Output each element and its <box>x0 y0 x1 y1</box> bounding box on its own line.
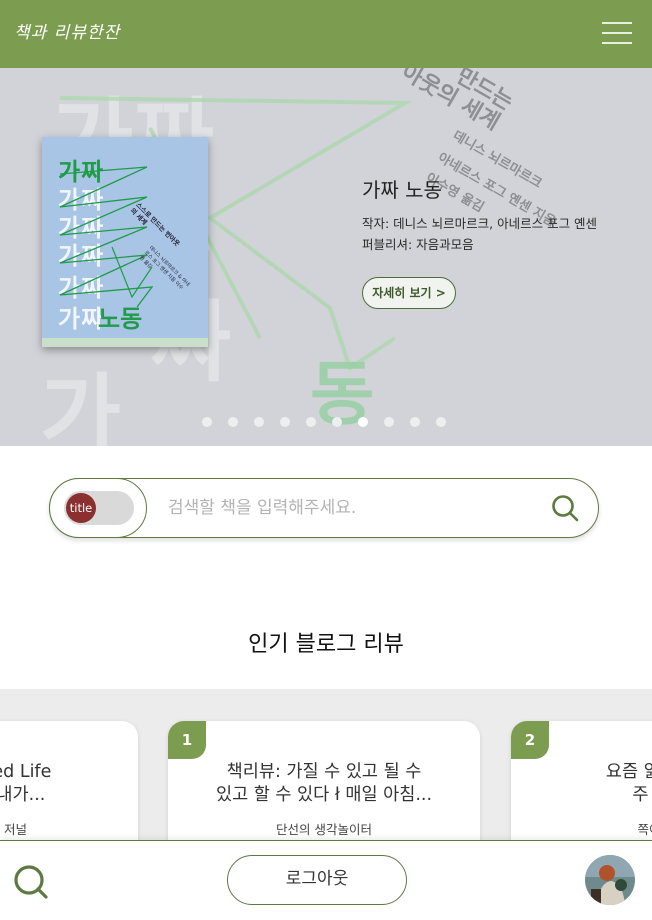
search-mode-toggle[interactable]: title <box>64 491 134 525</box>
carousel-dot[interactable] <box>436 417 446 427</box>
carousel-dot[interactable] <box>254 417 264 427</box>
carousel-dot-active[interactable] <box>358 417 368 427</box>
svg-text:가: 가 <box>40 364 121 446</box>
hamburger-icon-line <box>602 42 632 44</box>
logout-button[interactable]: 로그아웃 <box>227 855 407 905</box>
avatar[interactable] <box>585 855 635 905</box>
popular-reviews-heading: 인기 블로그 리뷰 <box>248 632 404 657</box>
carousel-dot[interactable] <box>332 417 342 427</box>
cover-bottom-strip <box>42 338 208 347</box>
book-author: 작자: 데니스 뇌르마르크, 아네르스 포그 옌센 <box>362 216 598 231</box>
review-card-author: 단선의 생각놀이터 <box>276 822 372 837</box>
review-card-title: 책리뷰: 가질 수 있고 될 수 있고 할 수 있다 ł 매일 아침... <box>215 762 433 805</box>
profile-avatar-image <box>585 855 635 905</box>
search-input[interactable] <box>168 496 538 520</box>
book-publisher: 퍼블리셔: 자음과모음 <box>362 237 474 252</box>
search-submit-button[interactable] <box>551 494 581 524</box>
carousel-dot[interactable] <box>306 417 316 427</box>
carousel-dot[interactable] <box>410 417 420 427</box>
search-icon <box>552 495 579 522</box>
review-card-title: 요즘 읽을만한 주 | 쪽 <box>605 762 652 805</box>
featured-book-banner[interactable]: 가짜 가 짜 가 동 만드는 아웃의 세계 데니스 뇌르마르크 아네르스 포그 … <box>0 68 652 446</box>
bottom-search-button[interactable] <box>12 863 50 901</box>
toggle-knob-label: title <box>66 493 96 523</box>
cover-zigzag-lines <box>59 166 154 308</box>
review-card[interactable]: 2 요즘 읽을만한 주 | 쪽 쪽이 <box>511 721 652 841</box>
rank-badge: 1 <box>168 721 206 759</box>
app-logo[interactable]: 책과 리뷰한잔 <box>14 18 120 43</box>
search-bar: title <box>49 478 599 538</box>
search-icon <box>14 865 48 899</box>
carousel-dot[interactable] <box>228 417 238 427</box>
carousel-dot[interactable] <box>202 417 212 427</box>
carousel-dot[interactable] <box>280 417 290 427</box>
review-card-author: 밴딩 저널 <box>0 822 27 837</box>
hamburger-icon <box>602 22 632 24</box>
hamburger-menu-button[interactable] <box>602 20 632 46</box>
view-details-button[interactable]: 자세히 보기 > <box>362 277 456 309</box>
review-card-title: Earned Life 로운 내가... <box>0 762 52 805</box>
hamburger-icon-line <box>602 32 632 34</box>
carousel-dot[interactable] <box>384 417 394 427</box>
review-card[interactable]: Earned Life 로운 내가... 밴딩 저널 <box>0 721 138 841</box>
search-mode-toggle-container: title <box>49 478 147 538</box>
rank-badge: 2 <box>511 721 549 759</box>
bottom-navigation: 로그아웃 <box>0 840 652 920</box>
reviews-carousel: Earned Life 로운 내가... 밴딩 저널 1 책리뷰: 가질 수 있… <box>0 689 652 841</box>
book-cover-image[interactable]: 가짜 가짜 가짜 가짜 가짜 가짜 노동 스스로 만드는 번아웃의 세계 데니스… <box>42 137 208 347</box>
review-card[interactable]: 1 책리뷰: 가질 수 있고 될 수 있고 할 수 있다 ł 매일 아침... … <box>168 721 480 841</box>
review-card-author: 쪽이 <box>637 822 652 837</box>
top-header: 책과 리뷰한잔 <box>0 0 652 68</box>
book-title: 가짜 노동 <box>362 178 442 202</box>
